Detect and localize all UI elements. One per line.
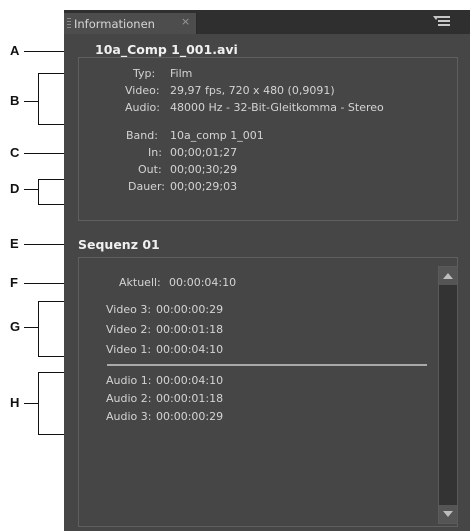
type-value: Film	[170, 67, 193, 80]
callout-d-bracket	[38, 179, 39, 204]
arrow-down-icon	[443, 511, 453, 517]
video-track-value: 00:00:04:10	[156, 343, 224, 356]
callout-b: B	[10, 93, 20, 108]
current-label: Aktuell:	[119, 276, 161, 289]
clip-name: 10a_Comp 1_001.avi	[95, 42, 238, 57]
video-track-value: 00:00:00:29	[156, 303, 224, 316]
audio-track-value: 00:00:01:18	[156, 392, 224, 405]
scroll-down-button[interactable]	[439, 505, 457, 523]
callout-b-line	[24, 101, 38, 102]
in-value: 00;00;01;27	[170, 146, 238, 159]
panel-tab-bar: Informationen ×	[64, 10, 470, 34]
band-value: 10a_comp 1_001	[170, 129, 264, 142]
video-value: 29,97 fps, 720 x 480 (0,9091)	[170, 84, 335, 97]
audio-track-value: 00:00:04:10	[156, 374, 224, 387]
video-track-label: Video 3:	[106, 303, 152, 316]
audio-label: Audio:	[125, 101, 160, 114]
grip-icon[interactable]	[67, 18, 71, 30]
type-label: Typ:	[133, 67, 156, 80]
callout-g-line	[24, 327, 38, 328]
callout-h: H	[10, 395, 20, 410]
callout-g-bracket	[38, 301, 39, 356]
video-label: Video:	[125, 84, 160, 97]
callout-a: A	[10, 43, 20, 58]
panel-menu-icon[interactable]	[433, 16, 451, 28]
callout-d: D	[10, 181, 20, 196]
callout-c: C	[10, 145, 20, 160]
video-track-label: Video 1:	[106, 343, 152, 356]
duration-value: 00;00;29;03	[170, 180, 238, 193]
sequence-name: Sequenz 01	[78, 237, 160, 252]
callout-g: G	[10, 319, 21, 334]
current-value: 00:00:04:10	[169, 276, 237, 289]
video-track-label: Video 2:	[106, 323, 152, 336]
duration-label: Dauer:	[128, 180, 165, 193]
close-icon[interactable]: ×	[181, 15, 190, 28]
callout-f: F	[10, 275, 18, 290]
callout-b-bracket	[38, 73, 39, 124]
band-label: Band:	[126, 129, 158, 142]
out-value: 00;00;30;29	[170, 163, 238, 176]
audio-track-value: 00:00:00:29	[156, 410, 224, 423]
track-divider	[107, 364, 427, 366]
tab-label: Informationen	[74, 17, 155, 31]
vertical-scrollbar[interactable]	[438, 266, 458, 524]
callout-h-bracket	[38, 372, 39, 434]
audio-value: 48000 Hz - 32-Bit-Gleitkomma - Stereo	[170, 101, 384, 114]
out-label: Out:	[138, 163, 162, 176]
callout-e: E	[10, 236, 19, 251]
video-track-value: 00:00:01:18	[156, 323, 224, 336]
audio-track-label: Audio 1:	[106, 374, 152, 387]
callout-h-line	[24, 403, 38, 404]
arrow-up-icon	[443, 273, 453, 279]
audio-track-label: Audio 2:	[106, 392, 152, 405]
callout-d-line	[24, 189, 38, 190]
tab-informationen[interactable]: Informationen ×	[64, 13, 197, 34]
audio-track-label: Audio 3:	[106, 410, 152, 423]
scroll-up-button[interactable]	[439, 267, 457, 285]
info-panel: Informationen × 10a_Comp 1_001.avi Typ: …	[64, 10, 470, 531]
in-label: In:	[148, 146, 162, 159]
